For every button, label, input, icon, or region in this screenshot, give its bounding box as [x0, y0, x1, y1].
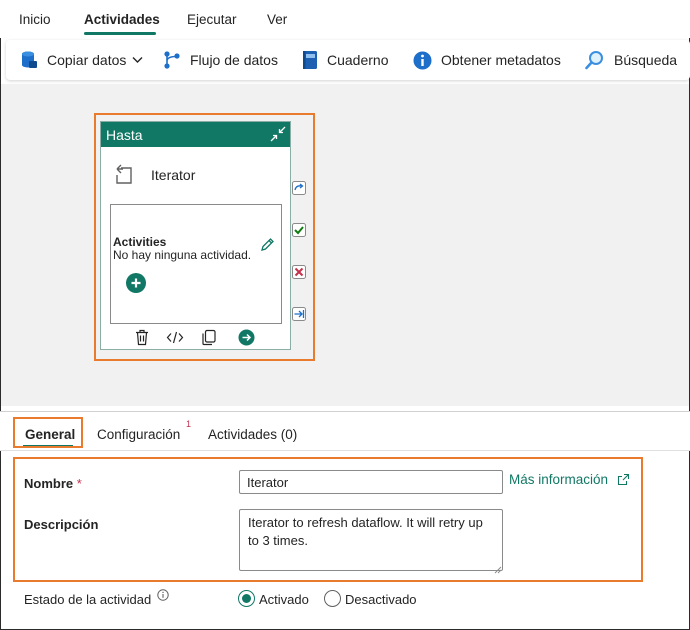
tab-actividades[interactable]: Actividades — [84, 12, 160, 27]
get-metadata-button[interactable]: Obtener metadatos — [413, 40, 561, 80]
copy-data-button[interactable]: Copiar datos — [20, 40, 143, 80]
add-activity-button[interactable] — [126, 273, 146, 293]
activity-state-label: Estado de la actividad — [24, 592, 152, 607]
activities-empty-text: No hay ninguna actividad. — [113, 248, 252, 262]
radio-activado[interactable] — [238, 590, 255, 607]
radio-selected-dot — [242, 594, 251, 603]
dataflow-button[interactable]: Flujo de datos — [163, 40, 278, 80]
until-activity-card[interactable]: Hasta Iterator Activities No hay ninguna… — [100, 121, 291, 350]
notebook-icon — [302, 50, 318, 70]
collapse-icon[interactable] — [270, 126, 286, 145]
get-metadata-label: Obtener metadatos — [441, 52, 561, 68]
pencil-icon[interactable] — [260, 237, 275, 255]
more-info-link[interactable]: Más información — [509, 472, 608, 487]
plus-icon — [131, 278, 141, 288]
card-header-title: Hasta — [106, 127, 143, 143]
activities-toolbar: Copiar datos Flujo de datos Cuaderno Obt… — [6, 40, 690, 80]
radio-activado-label[interactable]: Activado — [259, 592, 309, 607]
required-marker: * — [76, 476, 82, 491]
info-tooltip-icon[interactable] — [157, 589, 169, 604]
inner-activities-box: Activities No hay ninguna actividad. — [110, 204, 282, 324]
tab-configuracion[interactable]: Configuración — [97, 427, 180, 442]
tab-inicio[interactable]: Inicio — [19, 12, 51, 27]
general-tab-highlight-box — [13, 417, 83, 448]
activities-title: Activities — [113, 235, 167, 249]
info-icon — [413, 51, 432, 70]
menu-tabs: Inicio Actividades Ejecutar Ver — [0, 0, 690, 38]
description-textarea[interactable]: Iterator to refresh dataflow. It will re… — [239, 509, 503, 571]
on-skip-icon[interactable] — [292, 181, 306, 195]
on-success-icon[interactable] — [292, 223, 306, 237]
activity-name: Iterator — [151, 167, 196, 183]
name-input[interactable]: Iterator — [239, 470, 503, 494]
description-label: Descripción — [24, 517, 99, 532]
copy-icon[interactable] — [201, 329, 217, 349]
tab-ejecutar[interactable]: Ejecutar — [187, 12, 237, 27]
chevron-down-icon — [132, 56, 143, 64]
dataflow-icon — [163, 50, 181, 70]
properties-tabs: General Configuración 1 Actividades (0) — [0, 411, 690, 451]
tab-actividades-count[interactable]: Actividades (0) — [208, 427, 297, 442]
radio-desactivado-label[interactable]: Desactivado — [345, 592, 417, 607]
config-error-badge: 1 — [186, 419, 192, 429]
lookup-label: Búsqueda — [614, 52, 678, 68]
on-failure-icon[interactable] — [292, 265, 306, 279]
dataflow-label: Flujo de datos — [190, 52, 278, 68]
external-link-icon[interactable] — [617, 473, 630, 489]
tab-ver[interactable]: Ver — [267, 12, 287, 27]
card-header: Hasta — [101, 122, 290, 147]
magnifier-icon — [585, 50, 605, 70]
database-icon — [20, 50, 38, 70]
on-completion-icon[interactable] — [292, 307, 306, 321]
lookup-button[interactable]: Búsqueda — [585, 40, 677, 80]
copy-data-label: Copiar datos — [47, 52, 127, 68]
delete-icon[interactable] — [134, 329, 150, 349]
notebook-button[interactable]: Cuaderno — [302, 40, 389, 80]
code-icon[interactable] — [166, 329, 184, 349]
notebook-label: Cuaderno — [327, 52, 389, 68]
arrow-right-circle-icon[interactable] — [238, 329, 255, 349]
loop-icon — [113, 163, 135, 188]
card-footer — [101, 328, 290, 348]
activity-name-row: Iterator — [111, 162, 281, 188]
resize-grip-icon[interactable] — [494, 562, 502, 577]
radio-desactivado[interactable] — [324, 590, 341, 607]
active-tab-indicator — [84, 32, 156, 35]
name-label: Nombre * — [24, 476, 82, 491]
